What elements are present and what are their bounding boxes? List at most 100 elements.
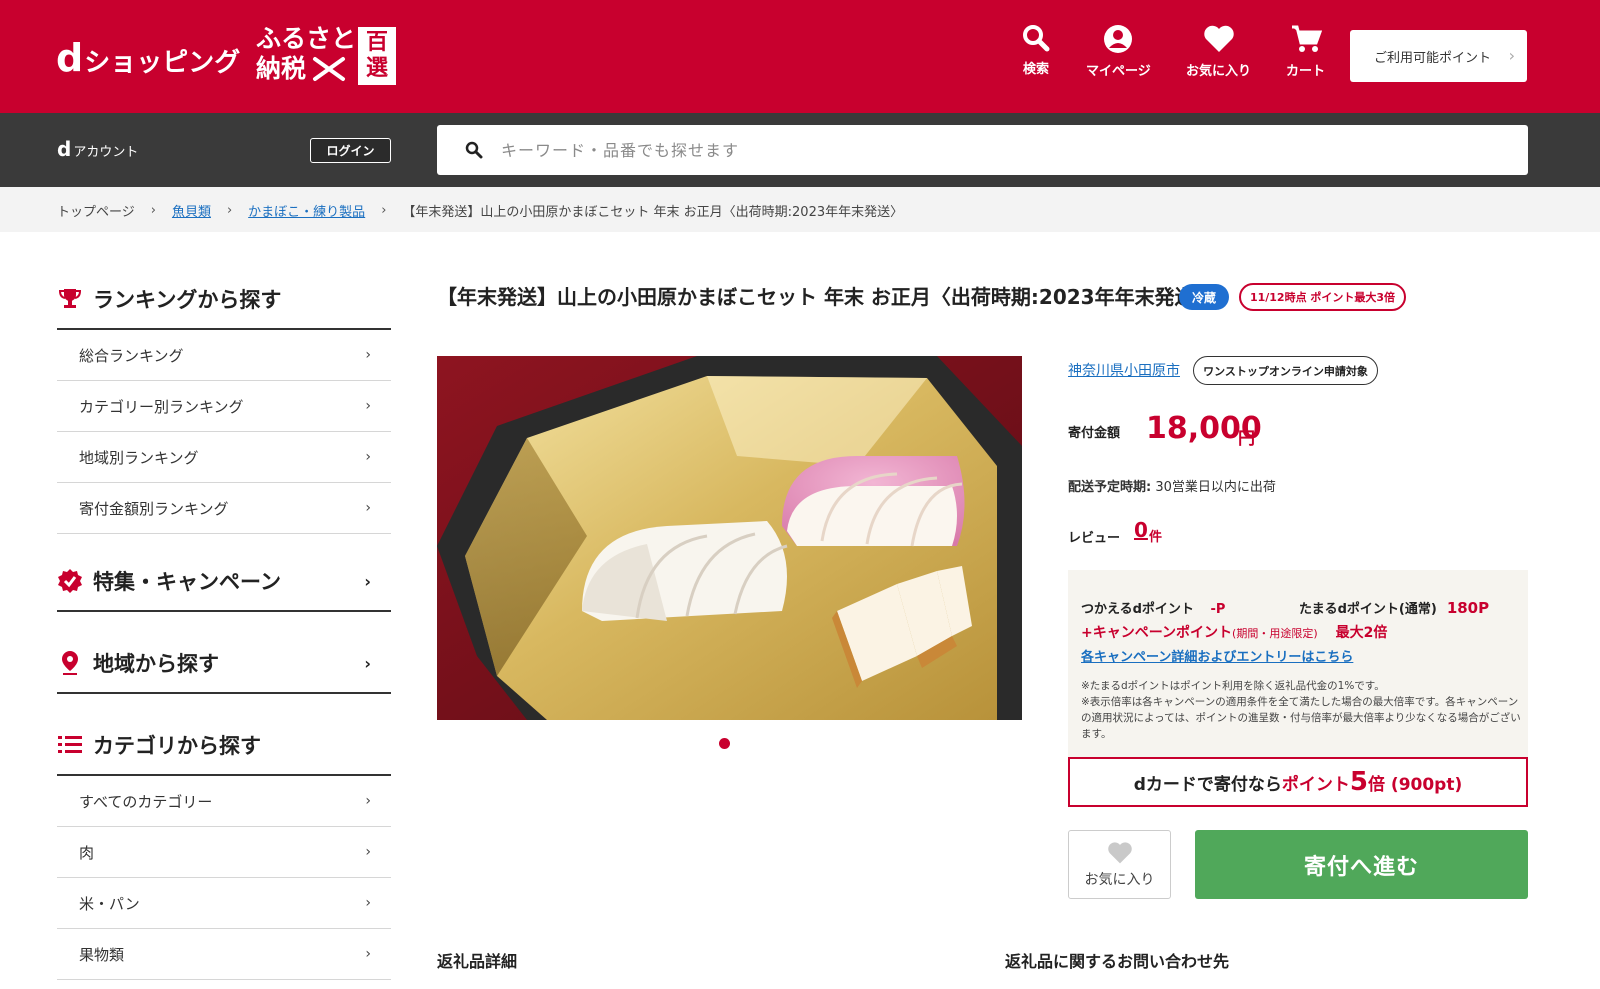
nav-mypage-label: マイページ (1086, 64, 1151, 79)
furusato-line2: 納税 (256, 54, 307, 83)
campaign-entry-link[interactable]: 各キャンペーン詳細およびエントリーはこちら (1081, 646, 1353, 665)
breadcrumb-separator: › (226, 203, 233, 218)
nav-favorites-label: お気に入り (1186, 64, 1252, 79)
campaign-heading[interactable]: 特集・キャンペーン › (57, 552, 391, 612)
carousel-dot[interactable] (719, 738, 730, 749)
sidebar-item-rice-bread[interactable]: 米・パン › (57, 878, 391, 929)
chevron-right-icon: › (365, 946, 371, 962)
furusato-logo[interactable]: ふるさと 納税 (256, 24, 356, 84)
nav-favorites[interactable]: お気に入り (1186, 24, 1251, 79)
cart-icon (1291, 25, 1322, 52)
nav-search-label: 検索 (1022, 62, 1049, 77)
logo-text: ショッピング (84, 48, 241, 78)
earn-points: たまるdポイント(通常) 180P (1299, 598, 1489, 617)
sidebar-item-meat[interactable]: 肉 › (57, 827, 391, 878)
nav-search[interactable]: 検索 (1022, 24, 1050, 77)
price-unit: 円 (1238, 429, 1255, 449)
logo-d: d (56, 36, 83, 80)
favorite-button[interactable]: お気に入り (1068, 830, 1171, 899)
review-count[interactable]: 0 (1134, 518, 1148, 542)
product-image[interactable] (437, 356, 1022, 720)
chevron-right-icon: › (365, 347, 371, 363)
sidebar-item-label: すべてのカテゴリー (79, 792, 213, 811)
nav-cart-label: カート (1286, 64, 1326, 79)
chevron-right-icon: › (365, 449, 371, 465)
sidebar: ランキングから探す 総合ランキング › カテゴリー別ランキング › 地域別ランキ… (57, 270, 391, 980)
usable-points: つかえるdポイント -P (1081, 598, 1225, 617)
nav-cart[interactable]: カート (1286, 24, 1325, 79)
sidebar-item-label: 肉 (79, 843, 95, 862)
usable-points-label: つかえるdポイント (1081, 602, 1194, 617)
sidebar-item-category-ranking[interactable]: カテゴリー別ランキング › (57, 381, 391, 432)
favorite-label: お気に入り (1084, 871, 1155, 888)
breadcrumb-kamaboko[interactable]: かまぼこ・練り製品 (248, 201, 365, 220)
search-box[interactable] (437, 125, 1528, 175)
sidebar-item-label: カテゴリー別ランキング (79, 397, 244, 416)
points-box: つかえるdポイント -P たまるdポイント(通常) 180P +キャンペーンポイン… (1068, 570, 1528, 758)
sidebar-item-label: 地域別ランキング (79, 448, 199, 467)
chevron-right-icon: › (1508, 46, 1515, 65)
chevron-right-icon: › (365, 844, 371, 860)
contact-heading: 返礼品に関するお問い合わせ先 (1005, 952, 1230, 971)
chevron-right-icon: › (364, 653, 371, 673)
category-heading: カテゴリから探す (57, 716, 391, 776)
hyakusen-char2: 選 (365, 56, 388, 81)
points-button-label: ご利用可能ポイント (1374, 50, 1492, 66)
campaign-points-max: 最大2倍 (1335, 625, 1388, 641)
furusato-line1: ふるさと (256, 24, 357, 53)
list-icon (58, 736, 82, 753)
usable-points-value: -P (1210, 602, 1226, 617)
hyakusen-logo: 百 選 (358, 27, 396, 85)
hyakusen-char1: 百 (365, 30, 388, 55)
breadcrumb-seafood[interactable]: 魚貝類 (172, 201, 211, 220)
municipality-link[interactable]: 神奈川県小田原市 (1068, 360, 1180, 380)
donate-button[interactable]: 寄付へ進む (1195, 830, 1528, 899)
d-account-d: d (57, 137, 72, 161)
region-title: 地域から探す (93, 652, 219, 676)
product-detail-heading: 返礼品詳細 (437, 952, 518, 971)
sidebar-item-fruits[interactable]: 果物類 › (57, 929, 391, 980)
dcard-multiplier: 5 (1349, 767, 1368, 797)
top-header: d ショッピング ふるさと 納税 百 選 検索 マイページ お気に入り カート … (0, 0, 1600, 113)
available-points-button[interactable]: ご利用可能ポイント › (1350, 30, 1527, 82)
dcard-multiplier-detail: 倍 (900pt) (1368, 774, 1463, 795)
ranking-heading: ランキングから探す (57, 270, 391, 330)
price-label: 寄付金額 (1068, 426, 1121, 441)
earn-points-value: 180P (1446, 599, 1490, 617)
badge-check-icon (58, 569, 82, 593)
breadcrumb-top[interactable]: トップページ (57, 201, 135, 220)
product-title: 【年末発送】山上の小田原かまぼこセット 年末 お正月〈出荷時期:2023年年末発… (437, 285, 1215, 309)
dcard-text: dカードで寄付なら (1133, 774, 1282, 795)
campaign-points-label: +キャンペーンポイント (1081, 625, 1233, 641)
trophy-icon (58, 289, 82, 308)
sidebar-item-all-categories[interactable]: すべてのカテゴリー › (57, 776, 391, 827)
d-shopping-logo[interactable]: d ショッピング (56, 36, 240, 80)
chevron-right-icon: › (365, 895, 371, 911)
breadcrumb-separator: › (381, 203, 387, 218)
nav-mypage[interactable]: マイページ (1086, 24, 1151, 79)
search-icon (1023, 25, 1050, 52)
review-unit: 件 (1149, 530, 1163, 545)
d-account-label: アカウント (73, 145, 139, 160)
sidebar-item-region-ranking[interactable]: 地域別ランキング › (57, 432, 391, 483)
d-account-logo: d アカウント (57, 137, 138, 161)
cold-badge: 冷蔵 (1179, 284, 1229, 310)
shipping-label: 配送予定時期: (1068, 480, 1152, 495)
campaign-title: 特集・キャンペーン (93, 570, 281, 594)
sidebar-item-overall-ranking[interactable]: 総合ランキング › (57, 330, 391, 381)
breadcrumb-bar: トップページ › 魚貝類 › かまぼこ・練り製品 › 【年末発送】山上の小田原か… (0, 187, 1600, 232)
breadcrumb-separator: › (150, 203, 156, 218)
chevron-right-icon: › (364, 571, 371, 591)
login-button[interactable]: ログイン (310, 138, 391, 163)
sidebar-item-label: 寄付金額別ランキング (79, 499, 229, 518)
user-icon (1104, 25, 1133, 53)
heart-icon (1107, 841, 1132, 863)
breadcrumb-current: 【年末発送】山上の小田原かまぼこセット 年末 お正月〈出荷時期:2023年年末発… (402, 205, 904, 220)
sidebar-item-amount-ranking[interactable]: 寄付金額別ランキング › (57, 483, 391, 534)
campaign-points-limit: (期間・用途限定) (1232, 627, 1318, 640)
dcard-banner[interactable]: dカードで寄付なら ポイント 5倍 (900pt) (1068, 757, 1528, 807)
sidebar-item-label: 果物類 (79, 945, 125, 964)
region-heading[interactable]: 地域から探す › (57, 634, 391, 694)
ribbon-icon (313, 57, 346, 81)
search-input[interactable] (501, 140, 1401, 160)
